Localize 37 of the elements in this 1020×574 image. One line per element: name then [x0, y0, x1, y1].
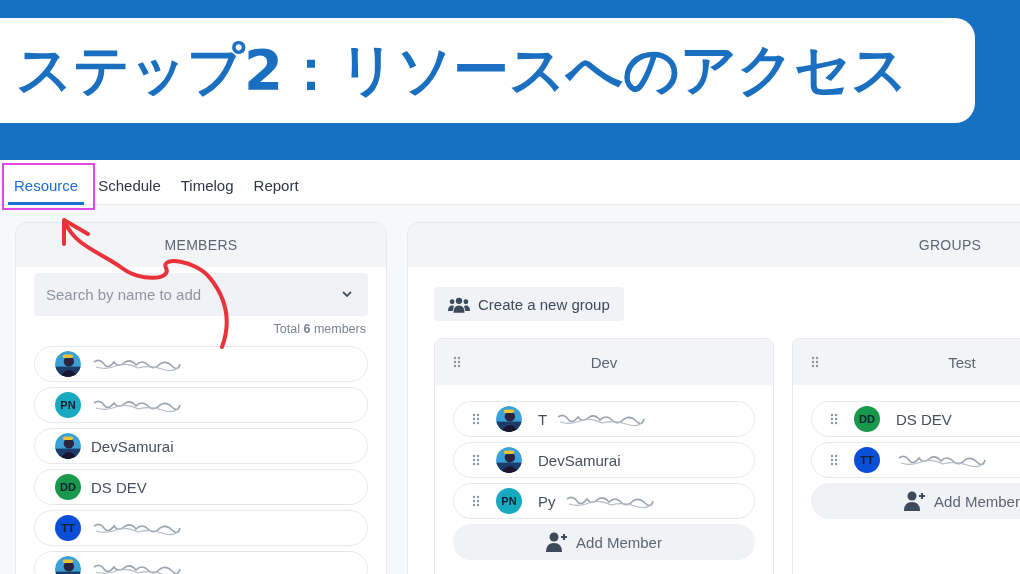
drag-handle-icon[interactable] [830, 454, 838, 466]
tab[interactable]: Schedule [92, 170, 167, 205]
step-title: ステップ2：リソースへのアクセス [16, 35, 908, 104]
group-name: Dev [590, 353, 618, 371]
member-name: DS DEV [896, 410, 952, 428]
drag-handle-icon[interactable] [472, 495, 480, 507]
add-user-icon [904, 491, 927, 511]
create-group-button[interactable]: Create a new group [434, 287, 624, 321]
avatar: TT [854, 447, 880, 473]
member-name: T [538, 410, 548, 428]
drag-handle-icon[interactable] [472, 413, 480, 425]
member-name: DS DEV [91, 478, 147, 496]
chevron-down-icon[interactable] [342, 291, 352, 297]
member-name: DevSamurai [538, 451, 621, 469]
panel-title: MEMBERS [164, 237, 238, 253]
add-member-button[interactable]: Add Member [453, 524, 755, 560]
people-icon [448, 295, 470, 313]
add-member-button[interactable]: Add Member [811, 483, 1020, 519]
member-name: DevSamurai [91, 437, 174, 455]
avatar: PN [55, 392, 81, 418]
panel-title: GROUPS [918, 237, 982, 253]
drag-handle-icon[interactable] [472, 454, 480, 466]
tab[interactable]: Timelog [174, 170, 240, 205]
member-count: Total 6 members [272, 322, 366, 336]
tab[interactable]: Report [247, 170, 305, 205]
add-user-icon [546, 532, 569, 552]
drag-handle-icon[interactable] [453, 356, 461, 368]
drag-handle-icon[interactable] [811, 356, 819, 368]
group-name: Test [948, 353, 976, 371]
tab[interactable]: Resource [8, 170, 85, 205]
drag-handle-icon[interactable] [830, 413, 838, 425]
avatar: PN [496, 488, 522, 514]
avatar: DD [55, 474, 81, 500]
avatar: TT [55, 515, 81, 541]
search-field[interactable]: Search by name to add [34, 273, 368, 316]
avatar: DD [854, 406, 880, 432]
member-name: Py [538, 492, 556, 510]
